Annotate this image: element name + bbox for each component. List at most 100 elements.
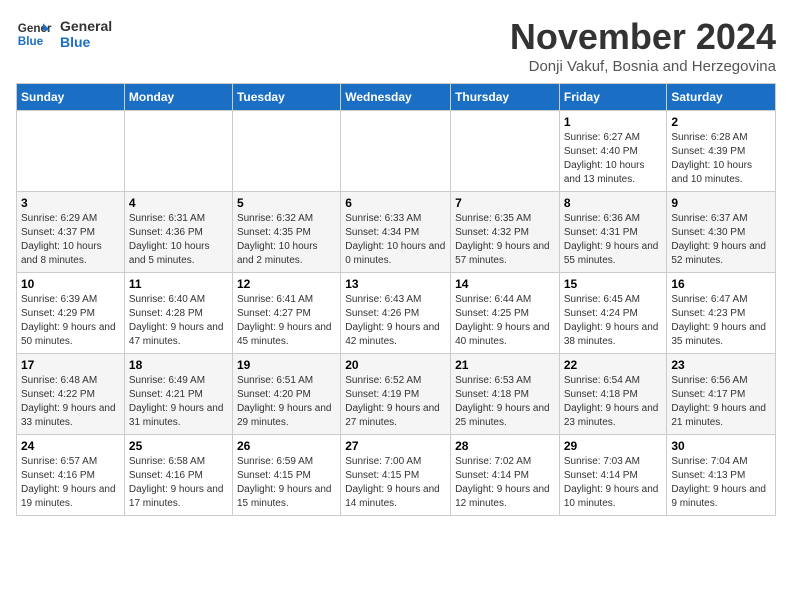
- day-info: Sunrise: 7:04 AM Sunset: 4:13 PM Dayligh…: [671, 455, 771, 511]
- calendar-cell: 27Sunrise: 7:00 AM Sunset: 4:15 PM Dayli…: [341, 435, 451, 516]
- day-info: Sunrise: 7:02 AM Sunset: 4:14 PM Dayligh…: [455, 455, 555, 511]
- day-info: Sunrise: 6:31 AM Sunset: 4:36 PM Dayligh…: [129, 212, 228, 268]
- day-number: 16: [671, 277, 771, 291]
- calendar-cell: [17, 111, 125, 192]
- calendar-cell: 22 Sunrise: 6:54 AM Sunset: 4:18 PM Dayli…: [559, 354, 667, 435]
- calendar-cell: [341, 111, 451, 192]
- day-number: 4: [129, 196, 228, 210]
- day-number: 7: [455, 196, 555, 210]
- day-number: 6: [345, 196, 446, 210]
- day-info: Sunrise: 6:54 AM Sunset: 4:18 PM Dayligh…: [564, 374, 663, 430]
- day-info: Sunrise: 6:37 AM Sunset: 4:30 PM Dayligh…: [671, 212, 771, 268]
- logo-text-general: General: [60, 18, 112, 34]
- day-number: 12: [237, 277, 336, 291]
- day-info: Sunrise: 6:36 AM Sunset: 4:31 PM Dayligh…: [564, 212, 663, 268]
- day-number: 10: [21, 277, 120, 291]
- day-number: 5: [237, 196, 336, 210]
- calendar-cell: [124, 111, 232, 192]
- day-info: Sunrise: 6:45 AM Sunset: 4:24 PM Dayligh…: [564, 293, 663, 349]
- day-info: Sunrise: 6:52 AM Sunset: 4:19 PM Dayligh…: [345, 374, 446, 430]
- day-number: 9: [671, 196, 771, 210]
- logo-text-blue: Blue: [60, 34, 112, 50]
- calendar-cell: 4 Sunrise: 6:31 AM Sunset: 4:36 PM Daylig…: [124, 192, 232, 273]
- calendar-cell: 18Sunrise: 6:49 AM Sunset: 4:21 PM Dayli…: [124, 354, 232, 435]
- day-info: Sunrise: 6:43 AM Sunset: 4:26 PM Dayligh…: [345, 293, 446, 349]
- day-number: 18: [129, 358, 228, 372]
- calendar-cell: 5 Sunrise: 6:32 AM Sunset: 4:35 PM Daylig…: [232, 192, 340, 273]
- weekday-header-row: SundayMondayTuesdayWednesdayThursdayFrid…: [17, 84, 776, 111]
- calendar-cell: 14 Sunrise: 6:44 AM Sunset: 4:25 PM Dayli…: [451, 273, 560, 354]
- title-block: November 2024 Donji Vakuf, Bosnia and He…: [510, 16, 776, 75]
- day-number: 2: [671, 115, 771, 129]
- svg-text:Blue: Blue: [18, 35, 44, 48]
- calendar-cell: 28 Sunrise: 7:02 AM Sunset: 4:14 PM Dayli…: [451, 435, 560, 516]
- calendar-cell: 2 Sunrise: 6:28 AM Sunset: 4:39 PM Daylig…: [667, 111, 776, 192]
- day-number: 8: [564, 196, 663, 210]
- day-info: Sunrise: 6:58 AM Sunset: 4:16 PM Dayligh…: [129, 455, 228, 511]
- logo: General Blue General Blue: [16, 16, 112, 52]
- day-info: Sunrise: 6:32 AM Sunset: 4:35 PM Dayligh…: [237, 212, 336, 268]
- day-info: Sunrise: 6:28 AM Sunset: 4:39 PM Dayligh…: [671, 131, 771, 187]
- day-info: Sunrise: 6:29 AM Sunset: 4:37 PM Dayligh…: [21, 212, 120, 268]
- weekday-header-sunday: Sunday: [17, 84, 125, 111]
- day-number: 14: [455, 277, 555, 291]
- day-number: 28: [455, 439, 555, 453]
- day-info: Sunrise: 6:41 AM Sunset: 4:27 PM Dayligh…: [237, 293, 336, 349]
- calendar-cell: 9 Sunrise: 6:37 AM Sunset: 4:30 PM Daylig…: [667, 192, 776, 273]
- day-number: 29: [564, 439, 663, 453]
- calendar-week-row: 17Sunrise: 6:48 AM Sunset: 4:22 PM Dayli…: [17, 354, 776, 435]
- day-number: 11: [129, 277, 228, 291]
- calendar-cell: 25 Sunrise: 6:58 AM Sunset: 4:16 PM Dayli…: [124, 435, 232, 516]
- weekday-header-monday: Monday: [124, 84, 232, 111]
- day-info: Sunrise: 6:35 AM Sunset: 4:32 PM Dayligh…: [455, 212, 555, 268]
- day-info: Sunrise: 7:00 AM Sunset: 4:15 PM Dayligh…: [345, 455, 446, 511]
- day-info: Sunrise: 6:59 AM Sunset: 4:15 PM Dayligh…: [237, 455, 336, 511]
- day-number: 23: [671, 358, 771, 372]
- header: General Blue General Blue November 2024 …: [16, 16, 776, 75]
- calendar-cell: 8 Sunrise: 6:36 AM Sunset: 4:31 PM Daylig…: [559, 192, 667, 273]
- day-number: 19: [237, 358, 336, 372]
- calendar-cell: 7 Sunrise: 6:35 AM Sunset: 4:32 PM Daylig…: [451, 192, 560, 273]
- day-number: 25: [129, 439, 228, 453]
- weekday-header-friday: Friday: [559, 84, 667, 111]
- day-number: 21: [455, 358, 555, 372]
- calendar-cell: 12 Sunrise: 6:41 AM Sunset: 4:27 PM Dayli…: [232, 273, 340, 354]
- day-info: Sunrise: 7:03 AM Sunset: 4:14 PM Dayligh…: [564, 455, 663, 511]
- day-info: Sunrise: 6:53 AM Sunset: 4:18 PM Dayligh…: [455, 374, 555, 430]
- day-number: 15: [564, 277, 663, 291]
- calendar-table: SundayMondayTuesdayWednesdayThursdayFrid…: [16, 83, 776, 516]
- calendar-cell: [451, 111, 560, 192]
- day-info: Sunrise: 6:56 AM Sunset: 4:17 PM Dayligh…: [671, 374, 771, 430]
- day-info: Sunrise: 6:47 AM Sunset: 4:23 PM Dayligh…: [671, 293, 771, 349]
- day-number: 22: [564, 358, 663, 372]
- location-subtitle: Donji Vakuf, Bosnia and Herzegovina: [510, 58, 776, 75]
- calendar-cell: [232, 111, 340, 192]
- day-info: Sunrise: 6:51 AM Sunset: 4:20 PM Dayligh…: [237, 374, 336, 430]
- calendar-cell: 17Sunrise: 6:48 AM Sunset: 4:22 PM Dayli…: [17, 354, 125, 435]
- weekday-header-thursday: Thursday: [451, 84, 560, 111]
- calendar-week-row: 3 Sunrise: 6:29 AM Sunset: 4:37 PM Daylig…: [17, 192, 776, 273]
- day-info: Sunrise: 6:40 AM Sunset: 4:28 PM Dayligh…: [129, 293, 228, 349]
- day-number: 3: [21, 196, 120, 210]
- calendar-cell: 23 Sunrise: 6:56 AM Sunset: 4:17 PM Dayli…: [667, 354, 776, 435]
- day-info: Sunrise: 6:57 AM Sunset: 4:16 PM Dayligh…: [21, 455, 120, 511]
- calendar-cell: 26Sunrise: 6:59 AM Sunset: 4:15 PM Dayli…: [232, 435, 340, 516]
- calendar-cell: 13 Sunrise: 6:43 AM Sunset: 4:26 PM Dayli…: [341, 273, 451, 354]
- calendar-cell: 1Sunrise: 6:27 AM Sunset: 4:40 PM Daylig…: [559, 111, 667, 192]
- calendar-week-row: 10Sunrise: 6:39 AM Sunset: 4:29 PM Dayli…: [17, 273, 776, 354]
- calendar-cell: 6 Sunrise: 6:33 AM Sunset: 4:34 PM Daylig…: [341, 192, 451, 273]
- calendar-cell: 30 Sunrise: 7:04 AM Sunset: 4:13 PM Dayli…: [667, 435, 776, 516]
- day-number: 17: [21, 358, 120, 372]
- logo-icon: General Blue: [16, 16, 52, 52]
- weekday-header-tuesday: Tuesday: [232, 84, 340, 111]
- calendar-cell: 24Sunrise: 6:57 AM Sunset: 4:16 PM Dayli…: [17, 435, 125, 516]
- day-number: 13: [345, 277, 446, 291]
- month-title: November 2024: [510, 16, 776, 58]
- day-number: 30: [671, 439, 771, 453]
- calendar-cell: 19 Sunrise: 6:51 AM Sunset: 4:20 PM Dayli…: [232, 354, 340, 435]
- weekday-header-saturday: Saturday: [667, 84, 776, 111]
- day-info: Sunrise: 6:44 AM Sunset: 4:25 PM Dayligh…: [455, 293, 555, 349]
- day-info: Sunrise: 6:27 AM Sunset: 4:40 PM Dayligh…: [564, 131, 663, 187]
- day-info: Sunrise: 6:33 AM Sunset: 4:34 PM Dayligh…: [345, 212, 446, 268]
- calendar-cell: 3 Sunrise: 6:29 AM Sunset: 4:37 PM Daylig…: [17, 192, 125, 273]
